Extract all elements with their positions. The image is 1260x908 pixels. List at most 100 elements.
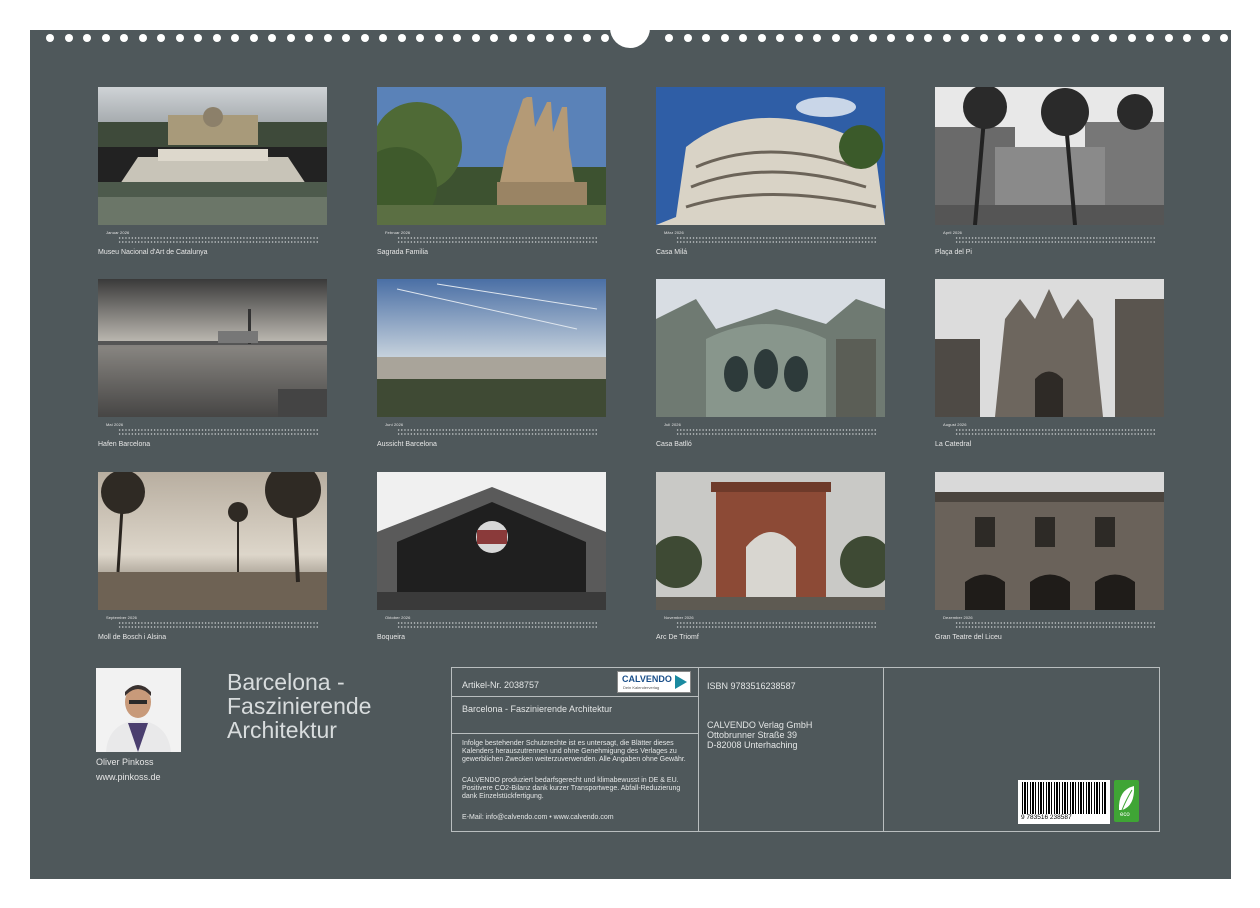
day-grid: [118, 428, 318, 438]
month-label: Juni 2026: [385, 422, 403, 427]
month-calendar: August 2026: [943, 422, 1157, 438]
logo-mark-icon: [675, 675, 687, 689]
binding-hole: [776, 34, 784, 42]
binding-hole: [1017, 34, 1025, 42]
binding-hole: [665, 34, 673, 42]
photo-gran-teatre-del-liceu: [935, 472, 1164, 610]
binding-hole: [139, 34, 147, 42]
publisher-city: D-82008 Unterhaching: [707, 740, 798, 750]
month-calendar: April 2026: [943, 230, 1157, 246]
binding-hole: [305, 34, 313, 42]
photo-moll-de-bosch: [98, 472, 327, 610]
month-calendar: März 2026: [664, 230, 878, 246]
day-grid: [397, 621, 597, 631]
binding-hole: [490, 34, 498, 42]
binding-hole: [1091, 34, 1099, 42]
binding-hole: [472, 34, 480, 42]
binding-hole: [702, 34, 710, 42]
author-website[interactable]: www.pinkoss.de: [96, 772, 161, 782]
calendar-title: Barcelona - Faszinierende Architektur: [227, 670, 437, 742]
day-grid: [118, 236, 318, 246]
binding-hole: [342, 34, 350, 42]
binding-hole: [231, 34, 239, 42]
binding-hole: [924, 34, 932, 42]
product-title: Barcelona - Faszinierende Architektur: [462, 704, 612, 714]
binding-hole: [1146, 34, 1154, 42]
day-grid: [397, 236, 597, 246]
binding-hole: [1128, 34, 1136, 42]
photo-caption: Plaça del Pi: [935, 249, 972, 256]
eco-label: eco: [1120, 812, 1130, 818]
month-calendar: September 2026: [106, 615, 320, 631]
binding-hole: [453, 34, 461, 42]
photo-caption: Museu Nacional d'Art de Catalunya: [98, 249, 208, 256]
binding-hole: [1054, 34, 1062, 42]
binding-hole: [527, 34, 535, 42]
binding-hole: [961, 34, 969, 42]
binding-hole: [509, 34, 517, 42]
binding-hole: [416, 34, 424, 42]
binding-hole: [601, 34, 609, 42]
binding-hole: [943, 34, 951, 42]
month-label: September 2026: [106, 615, 137, 620]
binding-hole: [1072, 34, 1080, 42]
month-label: Februar 2026: [385, 230, 410, 235]
month-label: November 2026: [664, 615, 694, 620]
photo-caption: Aussicht Barcelona: [377, 441, 437, 448]
binding-hole: [435, 34, 443, 42]
photo-caption: Gran Teatre del Liceu: [935, 634, 1002, 641]
eco-leaf-icon: eco: [1114, 780, 1139, 822]
author-portrait: [96, 668, 181, 752]
day-grid: [676, 428, 876, 438]
photo-arc-de-triomf: [656, 472, 885, 610]
month-calendar: Juli 2026: [664, 422, 878, 438]
day-grid: [397, 428, 597, 438]
photo-caption: Casa Batlló: [656, 441, 692, 448]
day-grid: [676, 236, 876, 246]
binding-hole: [998, 34, 1006, 42]
month-label: Dezember 2026: [943, 615, 973, 620]
binding-hole: [324, 34, 332, 42]
photo-caption: Boqueira: [377, 634, 405, 641]
photo-museu-nacional: [98, 87, 327, 225]
binding-hole: [1202, 34, 1210, 42]
barcode-number: 9 783516 238587: [1021, 814, 1072, 821]
binding-hole: [1109, 34, 1117, 42]
day-grid: [955, 621, 1155, 631]
legal-notice: Infolge bestehender Schutzrechte ist es …: [462, 740, 690, 764]
day-grid: [955, 428, 1155, 438]
month-calendar: Mai 2026: [106, 422, 320, 438]
author-name: Oliver Pinkoss: [96, 757, 154, 767]
photo-la-catedral: [935, 279, 1164, 417]
month-calendar: Januar 2026: [106, 230, 320, 246]
day-grid: [955, 236, 1155, 246]
binding-hole: [583, 34, 591, 42]
month-label: April 2026: [943, 230, 962, 235]
binding-hole: [887, 34, 895, 42]
product-title-row: [451, 696, 699, 734]
binding-hole: [46, 34, 54, 42]
binding-hole: [176, 34, 184, 42]
binding-hole: [869, 34, 877, 42]
calendar-back-cover: Januar 2026 Museu Nacional d'Art de Cata…: [30, 30, 1231, 879]
binding-hole: [379, 34, 387, 42]
photo-casa-batllo: [656, 279, 885, 417]
article-number: Artikel-Nr. 2038757: [462, 680, 539, 690]
day-grid: [118, 621, 318, 631]
month-calendar: Juni 2026: [385, 422, 599, 438]
binding-hole: [213, 34, 221, 42]
binding-hole: [832, 34, 840, 42]
month-label: Mai 2026: [106, 422, 123, 427]
binding-hole: [813, 34, 821, 42]
month-calendar: Oktober 2026: [385, 615, 599, 631]
contact-line[interactable]: E-Mail: info@calvendo.com • www.calvendo…: [462, 814, 614, 821]
photo-caption: Hafen Barcelona: [98, 441, 150, 448]
publisher-street: Ottobrunner Straße 39: [707, 730, 797, 740]
logo-subtext: Dein Kalenderverlag: [623, 685, 659, 690]
binding-hole: [1165, 34, 1173, 42]
month-calendar: Februar 2026: [385, 230, 599, 246]
binding-hole: [83, 34, 91, 42]
binding-hole: [795, 34, 803, 42]
logo-text: CALVENDO: [622, 674, 672, 684]
binding-hole: [398, 34, 406, 42]
